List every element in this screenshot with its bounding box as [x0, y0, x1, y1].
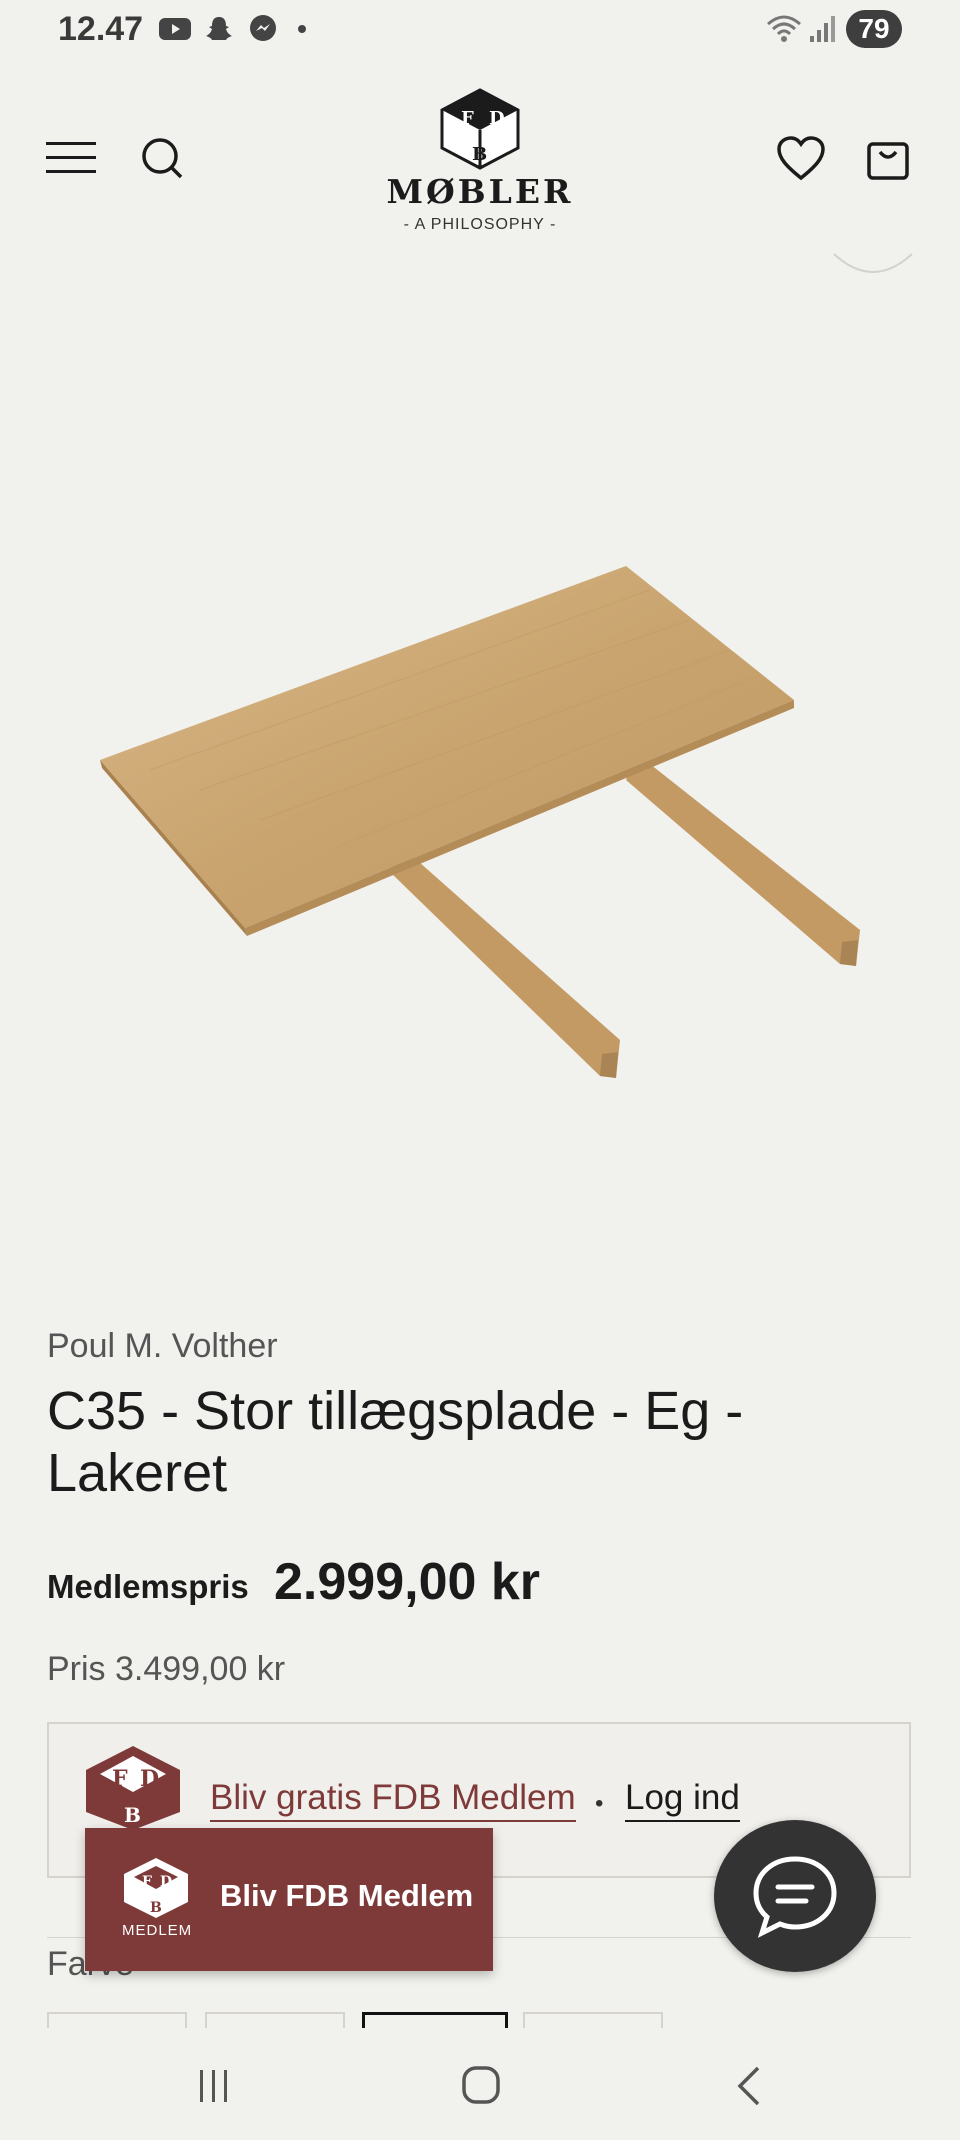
signal-icon: [808, 14, 838, 49]
status-app-icons: [158, 14, 306, 44]
svg-text:F: F: [112, 1766, 128, 1792]
battery-indicator: 79: [846, 10, 902, 48]
banner-badge-text: MEDLEM: [122, 1922, 193, 1939]
regular-price: Pris 3.499,00 kr: [47, 1650, 286, 1688]
join-membership-link[interactable]: Bliv gratis FDB Medlem: [210, 1778, 576, 1822]
svg-text:D: D: [140, 1766, 159, 1792]
bag-icon[interactable]: [866, 134, 910, 187]
banner-logo-icon: F D B: [120, 1856, 192, 1925]
member-price-label: Medlemspris: [47, 1568, 249, 1605]
link-separator: •: [595, 1790, 604, 1817]
svg-text:B: B: [124, 1803, 141, 1827]
brand-tagline: - A PHILOSOPHY -: [403, 216, 557, 233]
status-time: 12.47: [58, 10, 144, 48]
product-title: C35 - Stor tillægsplade - Eg - Lakeret: [47, 1381, 744, 1503]
heart-icon[interactable]: [776, 136, 826, 187]
fdb-logo[interactable]: F D B: [434, 86, 526, 175]
back-icon[interactable]: [734, 2064, 764, 2113]
image-carousel-indicator[interactable]: [830, 220, 916, 295]
fdb-member-logo-icon: F D B: [80, 1742, 186, 1835]
product-image[interactable]: [90, 560, 870, 1095]
chat-icon: [753, 1856, 837, 1938]
recent-apps-icon[interactable]: [194, 2066, 234, 2111]
snapchat-icon: [202, 14, 236, 44]
member-price: 2.999,00 kr: [274, 1553, 541, 1611]
svg-text:B: B: [472, 144, 487, 165]
wifi-icon: [766, 14, 802, 49]
banner-label[interactable]: Bliv FDB Medlem: [220, 1878, 473, 1914]
svg-text:D: D: [489, 108, 505, 129]
svg-text:B: B: [150, 1900, 162, 1916]
login-link[interactable]: Log ind: [625, 1778, 740, 1822]
svg-text:D: D: [160, 1874, 172, 1890]
svg-text:F: F: [461, 108, 474, 129]
product-designer: Poul M. Volther: [47, 1327, 278, 1365]
svg-text:F: F: [142, 1874, 152, 1890]
home-icon[interactable]: [460, 2064, 504, 2113]
messenger-icon: [246, 14, 280, 44]
youtube-icon: [158, 14, 192, 44]
chat-button[interactable]: [714, 1820, 876, 1972]
notification-dot: [298, 25, 306, 33]
